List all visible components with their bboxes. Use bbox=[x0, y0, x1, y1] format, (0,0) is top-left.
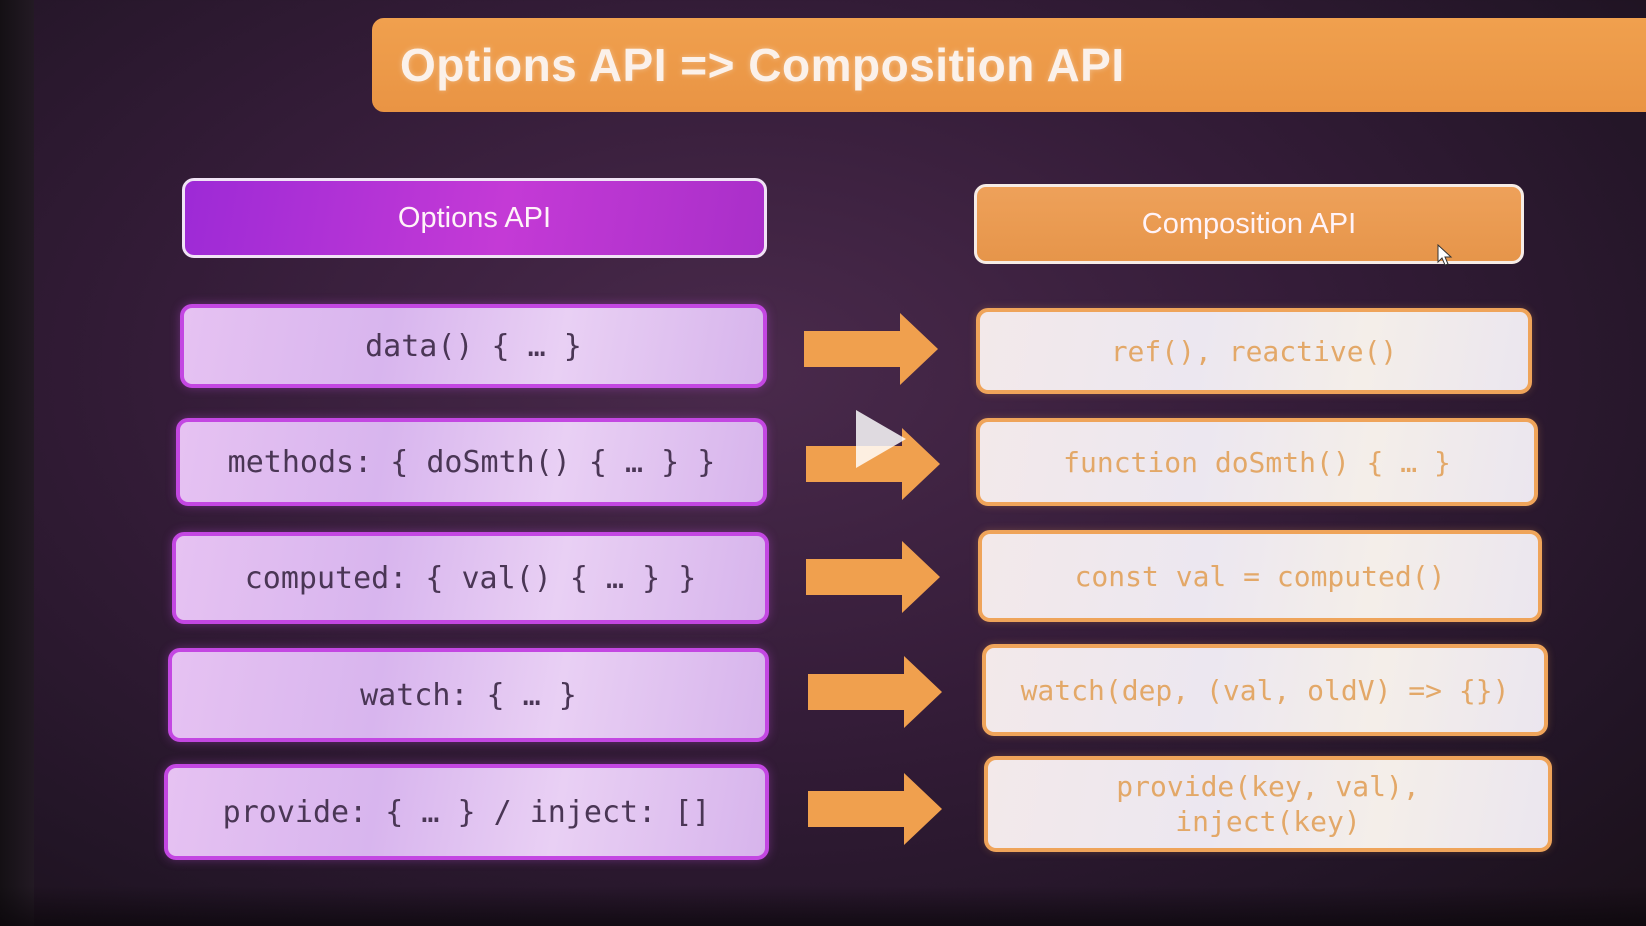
right-arrow-icon bbox=[808, 656, 942, 728]
right-arrow-icon bbox=[806, 541, 940, 613]
monitor-bezel bbox=[0, 0, 34, 926]
slide-title: Options API => Composition API bbox=[400, 39, 1125, 91]
options-row-provide-inject: provide: { … } / inject: [] bbox=[164, 764, 769, 860]
composition-row-function: function doSmth() { … } bbox=[976, 418, 1538, 506]
right-arrow-icon bbox=[804, 313, 938, 385]
options-api-header: Options API bbox=[182, 178, 767, 258]
right-arrow-icon bbox=[808, 773, 942, 845]
composition-row-ref-reactive: ref(), reactive() bbox=[976, 308, 1532, 394]
options-row-computed: computed: { val() { … } } bbox=[172, 532, 769, 624]
options-row-methods: methods: { doSmth() { … } } bbox=[176, 418, 767, 506]
composition-row-watch: watch(dep, (val, oldV) => {}) bbox=[982, 644, 1548, 736]
play-icon[interactable] bbox=[852, 408, 908, 470]
composition-row-computed: const val = computed() bbox=[978, 530, 1542, 622]
mouse-cursor-icon bbox=[1437, 244, 1453, 266]
bottom-shadow bbox=[0, 886, 1646, 926]
options-row-data: data() { … } bbox=[180, 304, 767, 388]
options-row-watch: watch: { … } bbox=[168, 648, 769, 742]
composition-row-provide-inject: provide(key, val), inject(key) bbox=[984, 756, 1552, 852]
title-banner: Options API => Composition API bbox=[372, 18, 1646, 112]
